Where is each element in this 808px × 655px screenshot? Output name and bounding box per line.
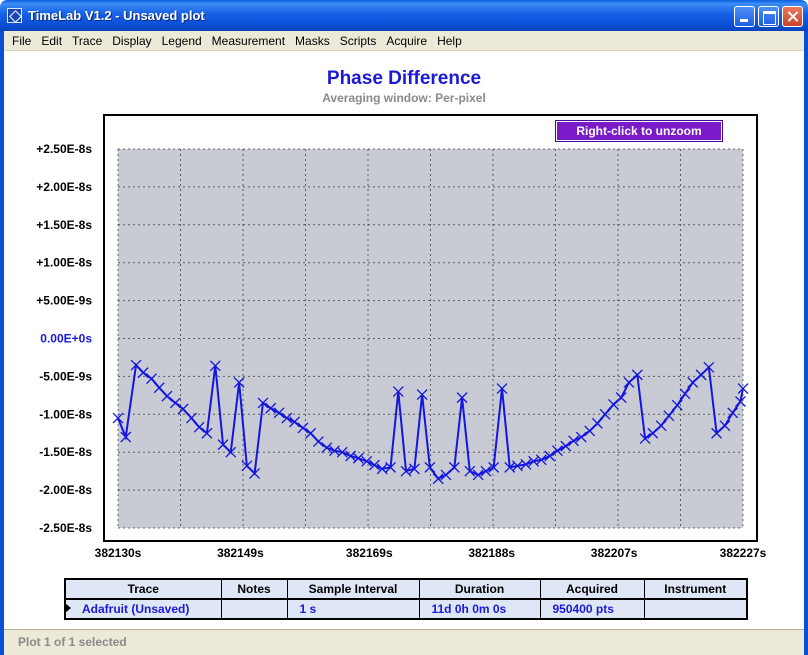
y-tick-label: -2.50E-8s [39, 521, 92, 535]
x-tick-label: 382169s [346, 546, 393, 560]
y-tick-label: +1.00E-8s [36, 256, 92, 270]
trace-table-header: Trace Notes Sample Interval Duration Acq… [64, 578, 748, 600]
header-acquired[interactable]: Acquired [539, 578, 645, 600]
x-tick-label: 382207s [591, 546, 638, 560]
y-axis-ticks: +2.50E-8s +2.00E-8s +1.50E-8s +1.00E-8s +5.0… [36, 142, 92, 535]
x-tick-label: 382149s [217, 546, 264, 560]
y-tick-label: +2.00E-8s [36, 180, 92, 194]
header-instrument[interactable]: Instrument [643, 578, 748, 600]
chart-grid [117, 148, 744, 529]
y-tick-label: -1.50E-8s [39, 445, 92, 459]
status-text: Plot 1 of 1 selected [18, 635, 127, 649]
unzoom-button[interactable]: Right-click to unzoom [555, 120, 723, 142]
y-tick-label: +5.00E-9s [36, 294, 92, 308]
y-tick-label: -1.00E-8s [39, 407, 92, 421]
phase-difference-chart[interactable]: +2.50E-8s +2.00E-8s +1.50E-8s +1.00E-8s +5.0… [0, 0, 808, 570]
y-tick-label: 0.00E+0s [40, 332, 92, 346]
status-bar: Plot 1 of 1 selected [4, 629, 804, 655]
y-tick-label: +1.50E-8s [36, 218, 92, 232]
cell-instrument[interactable] [643, 598, 748, 620]
x-tick-label: 382227s [720, 546, 767, 560]
x-axis-ticks: 382130s 382149s 382169s 382188s 382207s 38222… [95, 546, 767, 560]
cell-trace[interactable]: Adafruit (Unsaved) [64, 598, 222, 620]
y-tick-label: -2.00E-8s [39, 483, 92, 497]
cell-notes[interactable] [220, 598, 288, 620]
header-duration[interactable]: Duration [418, 578, 541, 600]
cell-duration[interactable]: 11d 0h 0m 0s [418, 598, 541, 620]
header-trace[interactable]: Trace [64, 578, 222, 600]
x-tick-label: 382188s [468, 546, 515, 560]
table-row[interactable]: Adafruit (Unsaved) 1 s 11d 0h 0m 0s 9504… [64, 598, 748, 620]
trace-table: Trace Notes Sample Interval Duration Acq… [64, 578, 748, 620]
y-tick-label: +2.50E-8s [36, 142, 92, 156]
cell-acquired[interactable]: 950400 pts [539, 598, 645, 620]
header-notes[interactable]: Notes [220, 578, 288, 600]
header-sample-interval[interactable]: Sample Interval [286, 578, 420, 600]
row-pointer-icon [65, 603, 71, 613]
x-tick-label: 382130s [95, 546, 142, 560]
y-tick-label: -5.00E-9s [39, 369, 92, 383]
cell-sample-interval[interactable]: 1 s [286, 598, 420, 620]
